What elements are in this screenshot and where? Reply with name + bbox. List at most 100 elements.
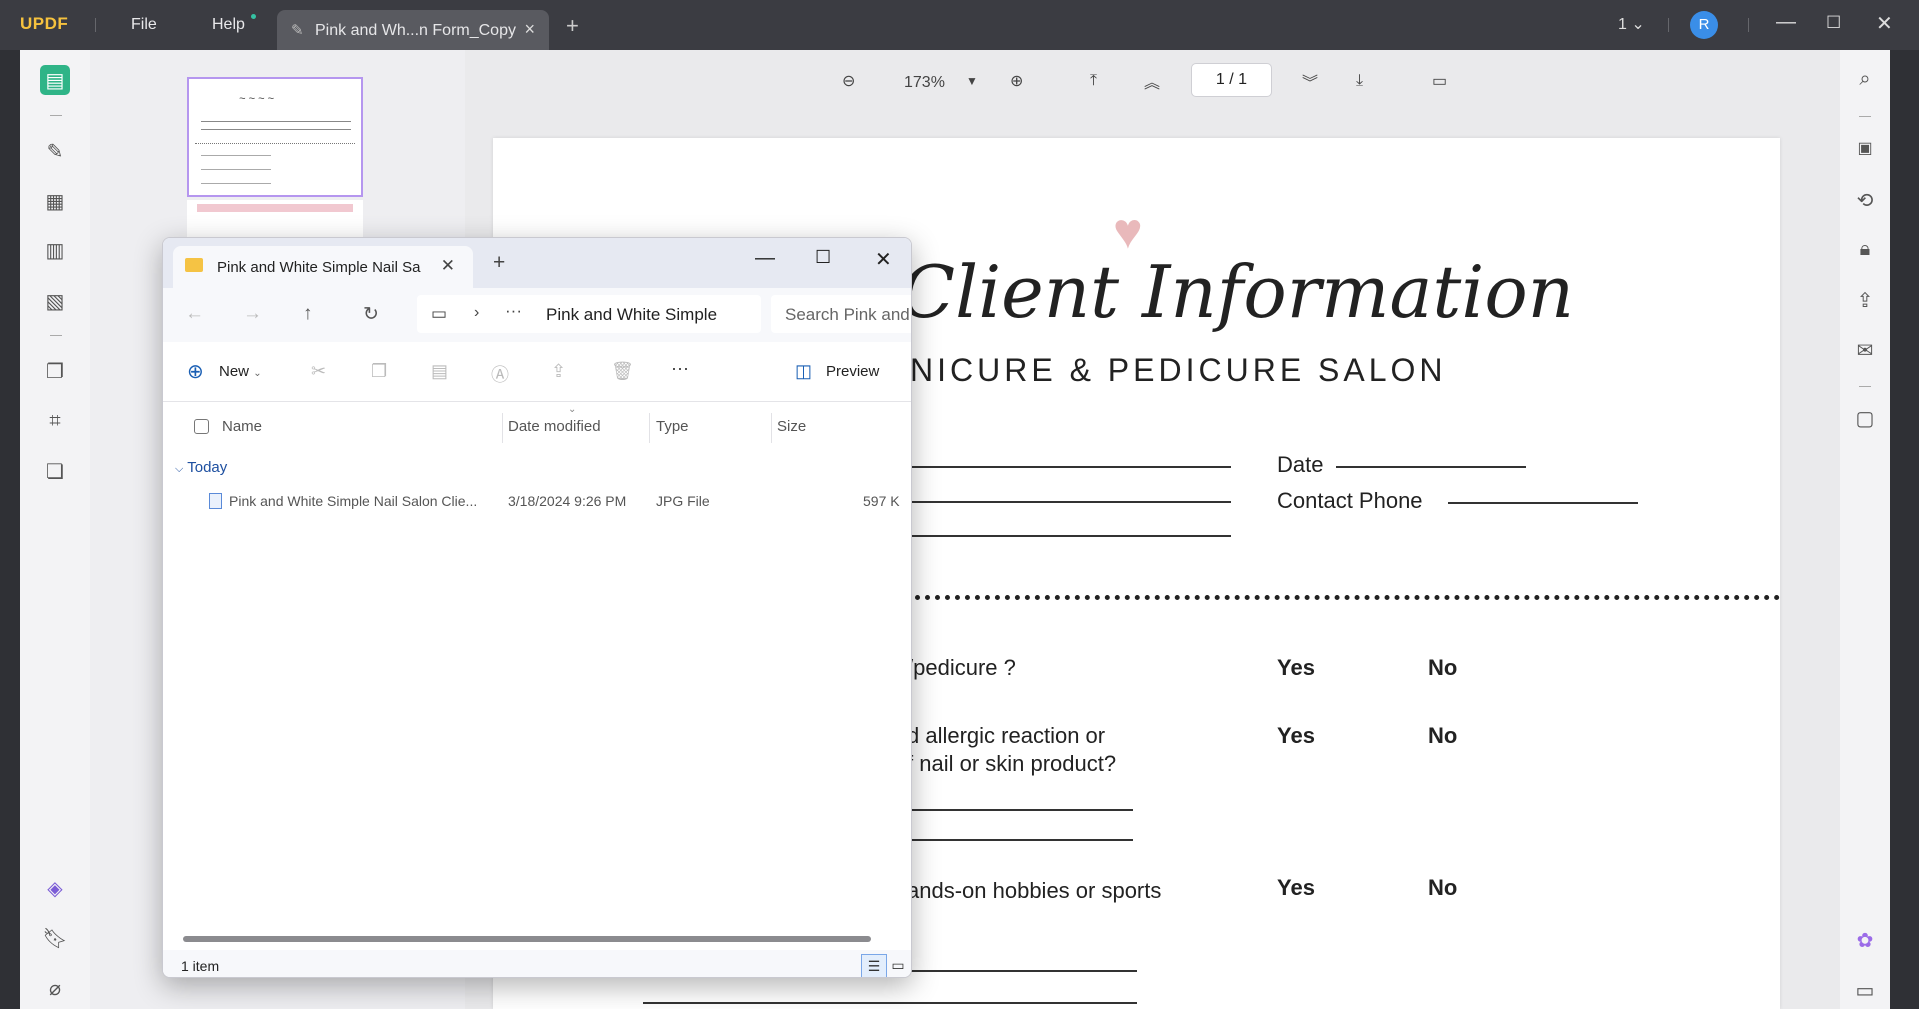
preview-pane-icon: ◫ xyxy=(795,361,813,381)
zoom-dropdown-icon[interactable]: ▼ xyxy=(966,65,978,97)
minimize-icon[interactable]: — xyxy=(755,247,775,270)
first-page-icon[interactable]: ⤒ xyxy=(1090,65,1097,97)
presentation-icon[interactable]: ▭ xyxy=(1432,65,1447,97)
left-toolbar: ▤ ✎ ▦ ▥ ▧ ❐ ⌗ ❏ ◈ 🔖︎ ⌀ xyxy=(20,50,90,1009)
last-page-icon[interactable]: ⤓ xyxy=(1356,65,1363,97)
column-type[interactable]: Type xyxy=(656,418,689,435)
question-2-line1: d allergic reaction or xyxy=(907,723,1106,748)
comment-icon[interactable]: ✎ xyxy=(40,136,70,166)
comment-list-icon[interactable]: ▭ xyxy=(1853,978,1877,1003)
cut-icon[interactable]: ✂ xyxy=(311,361,326,382)
menu-file[interactable]: File xyxy=(131,16,157,34)
save-icon[interactable]: ▢ xyxy=(1853,406,1877,431)
share-icon[interactable]: ⇪ xyxy=(551,361,566,382)
computer-icon: ▭ xyxy=(431,304,448,323)
organize-icon[interactable]: ❐ xyxy=(40,356,70,386)
more-path-icon[interactable]: ··· xyxy=(505,301,522,321)
back-icon[interactable]: ← xyxy=(185,303,204,325)
zoom-in-icon[interactable]: ⊕ xyxy=(1010,65,1023,97)
new-tab-button[interactable]: + xyxy=(493,251,505,275)
document-title: Client Information xyxy=(900,250,1575,334)
previous-page-icon[interactable]: ︽ xyxy=(1144,65,1160,97)
updf-window: UPDF File Help ✎ Pink and Wh...n Form_Co… xyxy=(0,0,1919,1009)
question-1: /pedicure ? xyxy=(907,655,1016,680)
thumbnail-title-mark: ~ ~ ~ ~ xyxy=(239,93,274,105)
select-all-checkbox[interactable] xyxy=(194,419,209,434)
notification-dot xyxy=(251,14,256,19)
share-icon[interactable]: ⇪ xyxy=(1853,288,1877,313)
preview-button[interactable]: Preview xyxy=(826,363,879,380)
form-icon[interactable]: ▧ xyxy=(40,286,70,316)
chevron-down-icon: ⌵ xyxy=(175,463,184,475)
new-tab-button[interactable]: + xyxy=(566,13,579,39)
new-button[interactable]: New ⌄ xyxy=(219,363,262,380)
reader-icon[interactable]: ▤ xyxy=(40,65,70,95)
copy-icon[interactable]: ❐ xyxy=(371,361,387,382)
file-type: JPG File xyxy=(656,493,710,509)
crop-icon[interactable]: ⌗ xyxy=(40,406,70,436)
explorer-command-bar: ⊕ New ⌄ ✂ ❐ ▤ Ⓐ ⇪ 🗑︎ ··· ◫ Preview xyxy=(163,342,911,402)
q1-yes: Yes xyxy=(1277,655,1315,680)
page-tools-icon[interactable]: ▥ xyxy=(40,235,70,265)
avatar[interactable]: R xyxy=(1690,11,1718,39)
email-icon[interactable]: ✉ xyxy=(1853,338,1877,363)
page-count-dropdown[interactable]: 1 ⌄ xyxy=(1618,14,1645,34)
ocr-icon[interactable]: ▣ xyxy=(1853,138,1877,158)
file-name[interactable]: Pink and White Simple Nail Salon Clie... xyxy=(229,493,477,509)
column-size[interactable]: Size xyxy=(777,418,806,435)
edit-pdf-icon[interactable]: ▦ xyxy=(40,186,70,216)
file-date: 3/18/2024 9:26 PM xyxy=(508,493,627,509)
zoom-level[interactable]: 173% xyxy=(904,67,945,99)
bookmark-icon[interactable]: 🔖︎ xyxy=(40,923,70,953)
heart-icon: ♥ xyxy=(1113,203,1143,259)
maximize-icon[interactable]: ☐ xyxy=(1826,13,1841,33)
zoom-out-icon[interactable]: ⊖ xyxy=(842,65,855,97)
ai-assistant-icon[interactable]: ✿ xyxy=(1853,928,1877,953)
column-name[interactable]: Name xyxy=(222,418,262,435)
app-logo: UPDF xyxy=(20,14,69,33)
q3-no: No xyxy=(1428,875,1458,900)
column-date-modified[interactable]: Date modified xyxy=(508,418,601,435)
minimize-icon[interactable]: — xyxy=(1776,11,1796,34)
attachment-icon[interactable]: ⌀ xyxy=(40,973,70,1003)
date-label: Date xyxy=(1277,452,1324,477)
next-page-icon[interactable]: ︾ xyxy=(1302,65,1318,97)
group-today[interactable]: ⌵ Today xyxy=(175,459,227,476)
compare-icon[interactable]: ❏ xyxy=(40,456,70,486)
close-tab-icon[interactable]: × xyxy=(524,19,535,40)
explorer-nav-bar: ← → ↑ ↻ ▭ › ··· Pink and White Simple Se… xyxy=(163,288,911,342)
page-thumbnail[interactable]: ~ ~ ~ ~ xyxy=(187,77,363,197)
close-icon[interactable]: ✕ xyxy=(875,247,892,272)
protect-icon[interactable]: 🔒︎ xyxy=(1853,238,1877,261)
menu-help[interactable]: Help xyxy=(212,16,245,34)
more-options-icon[interactable]: ··· xyxy=(671,358,689,379)
layers-icon[interactable]: ◈ xyxy=(40,873,70,903)
up-icon[interactable]: ↑ xyxy=(303,303,313,325)
tiles-view-icon[interactable]: ▭ xyxy=(885,954,911,977)
address-bar[interactable]: ▭ › ··· Pink and White Simple xyxy=(417,295,761,333)
maximize-icon[interactable]: ☐ xyxy=(815,247,831,268)
title-bar: UPDF File Help ✎ Pink and Wh...n Form_Co… xyxy=(0,0,1919,50)
tab-title: Pink and Wh...n Form_Copy xyxy=(315,22,516,39)
document-tab[interactable]: ✎ Pink and Wh...n Form_Copy × xyxy=(277,10,549,50)
convert-icon[interactable]: ⟲ xyxy=(1853,188,1877,213)
search-icon[interactable]: ⌕ xyxy=(1853,68,1877,91)
sort-chevron-icon: ⌄ xyxy=(568,404,577,415)
document-subtitle: NICURE & PEDICURE SALON xyxy=(910,352,1447,388)
details-view-icon[interactable]: ☰ xyxy=(861,954,887,977)
forward-icon[interactable]: → xyxy=(243,303,262,325)
explorer-tab[interactable]: Pink and White Simple Nail Sa ✕ xyxy=(173,246,473,288)
chevron-down-icon: ⌄ xyxy=(1631,16,1645,33)
rename-icon[interactable]: Ⓐ xyxy=(491,361,509,387)
q1-no: No xyxy=(1428,655,1458,680)
search-input[interactable]: Search Pink and xyxy=(771,295,911,333)
edit-icon: ✎ xyxy=(291,22,304,39)
horizontal-scrollbar[interactable] xyxy=(183,936,871,942)
page-number-input[interactable]: 1 / 1 xyxy=(1191,63,1272,97)
delete-icon[interactable]: 🗑︎ xyxy=(611,361,634,382)
refresh-icon[interactable]: ↻ xyxy=(363,303,379,326)
paste-icon[interactable]: ▤ xyxy=(431,361,448,382)
close-icon[interactable]: ✕ xyxy=(1876,11,1893,36)
q2-yes: Yes xyxy=(1277,723,1315,748)
close-tab-icon[interactable]: ✕ xyxy=(441,256,455,276)
